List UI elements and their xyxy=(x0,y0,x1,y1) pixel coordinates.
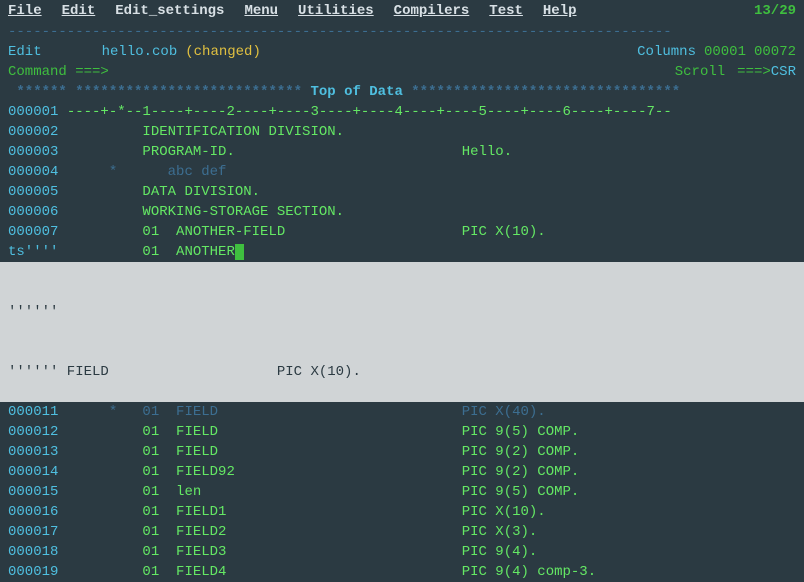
selection-line[interactable]: '''''' xyxy=(8,302,796,322)
columns-label: Columns xyxy=(637,42,696,62)
selection-line[interactable]: '''''' FIELD PIC X(10). xyxy=(8,362,796,382)
menu-compilers[interactable]: Compilers xyxy=(394,1,470,21)
source-line[interactable]: 000015 01 len PIC 9(5) COMP. xyxy=(8,482,796,502)
line-number[interactable]: 000013 xyxy=(8,444,58,460)
line-number[interactable]: 000003 xyxy=(8,144,58,160)
line-number[interactable]: 000004 xyxy=(8,164,58,180)
menu-menu[interactable]: Menu xyxy=(244,1,278,21)
line-text[interactable]: 01 FIELD4 PIC 9(4) comp-3. xyxy=(58,564,596,580)
line-text[interactable]: DATA DIVISION. xyxy=(58,184,260,200)
source-line[interactable]: 000017 01 FIELD2 PIC X(3). xyxy=(8,522,796,542)
line-number[interactable]: 000016 xyxy=(8,504,58,520)
mode-label: Edit xyxy=(8,42,42,62)
menu-file[interactable]: File xyxy=(8,1,42,21)
line-text[interactable]: IDENTIFICATION DIVISION. xyxy=(58,124,344,140)
command-label: Command ===> xyxy=(8,62,109,82)
line-text[interactable]: 01 len PIC 9(5) COMP. xyxy=(58,484,579,500)
source-line[interactable]: 000004 * abc def xyxy=(8,162,796,182)
selection-block[interactable]: '''''' '''''' FIELD PIC X(10). xyxy=(0,262,804,402)
changed-indicator: (changed) xyxy=(185,42,261,62)
source-line[interactable]: 000014 01 FIELD92 PIC 9(2) COMP. xyxy=(8,462,796,482)
col-to: 00072 xyxy=(754,42,796,62)
line-number[interactable]: 000017 xyxy=(8,524,58,540)
source-line[interactable]: 000013 01 FIELD PIC 9(2) COMP. xyxy=(8,442,796,462)
menu-edit[interactable]: Edit xyxy=(62,1,96,21)
status-line: Edit hello.cob (changed) Columns 00001 0… xyxy=(0,42,804,62)
active-line[interactable]: ts'''' 01 ANOTHER xyxy=(8,242,796,262)
line-text[interactable]: * 01 FIELD PIC X(40). xyxy=(58,404,545,420)
line-text[interactable]: 01 ANOTHER-FIELD PIC X(10). xyxy=(58,224,545,240)
menu-test[interactable]: Test xyxy=(489,1,523,21)
source-line[interactable]: 000019 01 FIELD4 PIC 9(4) comp-3. xyxy=(8,562,796,582)
menu-help[interactable]: Help xyxy=(543,1,577,21)
line-number[interactable]: 000007 xyxy=(8,224,58,240)
line-number[interactable]: 000002 xyxy=(8,124,58,140)
line-text[interactable]: PROGRAM-ID. Hello. xyxy=(58,144,512,160)
top-of-data: ****** *************************** Top o… xyxy=(8,82,796,102)
line-text[interactable]: WORKING-STORAGE SECTION. xyxy=(58,204,344,220)
menu-utilities[interactable]: Utilities xyxy=(298,1,374,21)
line-number[interactable]: 000005 xyxy=(8,184,58,200)
line-number[interactable]: 000014 xyxy=(8,464,58,480)
line-number[interactable]: 000006 xyxy=(8,204,58,220)
line-text[interactable]: 01 FIELD PIC 9(2) COMP. xyxy=(58,444,579,460)
col-from: 00001 xyxy=(704,42,746,62)
source-line[interactable]: 000006 WORKING-STORAGE SECTION. xyxy=(8,202,796,222)
scroll-value[interactable]: CSR xyxy=(771,62,796,82)
command-line: Command ===> Scroll ===> CSR xyxy=(0,62,804,82)
source-line[interactable]: 000002 IDENTIFICATION DIVISION. xyxy=(8,122,796,142)
line-text[interactable]: 01 FIELD1 PIC X(10). xyxy=(58,504,545,520)
line-text[interactable]: 01 FIELD92 PIC 9(2) COMP. xyxy=(58,464,579,480)
source-line[interactable]: 000012 01 FIELD PIC 9(5) COMP. xyxy=(8,422,796,442)
line-number[interactable]: 000019 xyxy=(8,564,58,580)
source-line[interactable]: 000007 01 ANOTHER-FIELD PIC X(10). xyxy=(8,222,796,242)
scroll-arrow: ===> xyxy=(737,62,771,82)
line-text[interactable]: 01 FIELD3 PIC 9(4). xyxy=(58,544,537,560)
line-number[interactable]: 000015 xyxy=(8,484,58,500)
line-number[interactable]: 000011 xyxy=(8,404,58,420)
source-line[interactable]: 000016 01 FIELD1 PIC X(10). xyxy=(8,502,796,522)
line-text[interactable]: * abc def xyxy=(58,164,226,180)
ruler-line[interactable]: 000001 ----+-*--1----+----2----+----3---… xyxy=(8,102,796,122)
line-text[interactable]: 01 FIELD2 PIC X(3). xyxy=(58,524,537,540)
filename: hello.cob xyxy=(102,42,178,62)
text-cursor xyxy=(235,244,244,260)
source-line[interactable]: 000005 DATA DIVISION. xyxy=(8,182,796,202)
menu-edit-settings[interactable]: Edit_settings xyxy=(115,1,224,21)
command-input[interactable] xyxy=(115,62,669,82)
source-line[interactable]: 000011 * 01 FIELD PIC X(40). xyxy=(8,402,796,422)
line-number[interactable]: 000018 xyxy=(8,544,58,560)
source-line[interactable]: 000018 01 FIELD3 PIC 9(4). xyxy=(8,542,796,562)
separator-top: ----------------------------------------… xyxy=(0,22,804,42)
line-number[interactable]: 000012 xyxy=(8,424,58,440)
scroll-label: Scroll xyxy=(675,62,725,82)
source-line[interactable]: 000003 PROGRAM-ID. Hello. xyxy=(8,142,796,162)
menu-position: 13/29 xyxy=(754,1,796,21)
line-text[interactable]: 01 FIELD PIC 9(5) COMP. xyxy=(58,424,579,440)
menu-bar: File Edit Edit_settings Menu Utilities C… xyxy=(0,0,804,22)
